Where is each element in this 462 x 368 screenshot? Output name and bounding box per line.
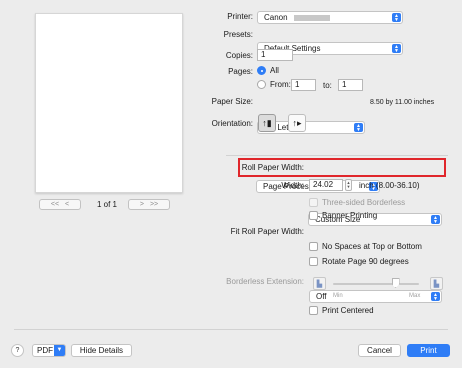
pages-all-radio[interactable]: [257, 66, 266, 75]
cancel-button[interactable]: Cancel: [358, 344, 401, 357]
printer-value: Canon: [264, 13, 288, 22]
fit-roll-value: Off: [316, 292, 327, 301]
banner-printing-option[interactable]: Banner Printing: [309, 211, 377, 220]
paper-size-label: Paper Size:: [211, 97, 253, 106]
pages-to-field[interactable]: 1: [338, 79, 363, 91]
page-indicator: 1 of 1: [96, 200, 117, 209]
width-label: Width:: [281, 181, 304, 190]
printer-label: Printer:: [227, 12, 253, 21]
rotate-label: Rotate Page 90 degrees: [322, 257, 409, 266]
print-centered-option[interactable]: Print Centered: [309, 306, 374, 315]
three-sided-borderless-option[interactable]: Three-sided Borderless: [309, 197, 405, 208]
width-stepper[interactable]: ▲ ▼: [345, 179, 352, 191]
pager-back-group[interactable]: << <: [39, 199, 81, 210]
fit-roll-label: Fit Roll Paper Width:: [230, 227, 304, 236]
borderless-extension-label: Borderless Extension:: [226, 277, 304, 286]
no-spaces-checkbox[interactable]: [309, 242, 318, 251]
chevron-updown-icon: ▲ ▼: [431, 292, 440, 301]
pages-all-option[interactable]: All: [257, 66, 279, 75]
width-unit-range: inch (8.00-36.10): [359, 181, 420, 190]
next-page-button[interactable]: >: [140, 201, 144, 208]
print-centered-checkbox[interactable]: [309, 306, 318, 315]
extension-slider-track[interactable]: [333, 283, 419, 285]
printer-popup[interactable]: Canon ▲ ▼: [257, 11, 403, 24]
hide-details-button[interactable]: Hide Details: [71, 344, 132, 357]
landscape-orientation-button[interactable]: ↑▸: [288, 114, 306, 132]
copies-field[interactable]: 1: [257, 49, 293, 61]
pages-from-option[interactable]: From:: [257, 80, 291, 89]
pages-label: Pages:: [228, 67, 253, 76]
three-sided-borderless-checkbox[interactable]: [309, 198, 318, 207]
copies-label: Copies:: [225, 51, 253, 60]
pdf-menu-button[interactable]: PDF ▼: [32, 344, 66, 357]
pager-forward-group[interactable]: > >>: [128, 199, 170, 210]
width-field[interactable]: 24.02: [309, 179, 343, 191]
no-spaces-label: No Spaces at Top or Bottom: [322, 242, 422, 251]
chevron-updown-icon: ▲ ▼: [354, 123, 363, 132]
pages-from-label: From:: [270, 80, 291, 89]
presets-label: Presets:: [223, 30, 253, 39]
landscape-icon: ↑▸: [292, 117, 302, 128]
fit-roll-popup[interactable]: Off ▲ ▼: [309, 290, 442, 303]
print-button[interactable]: Print: [407, 344, 450, 357]
extension-slider-knob[interactable]: [391, 278, 400, 288]
paper-size-dimensions: 8.50 by 11.00 inches: [370, 99, 435, 106]
last-page-button[interactable]: >>: [150, 201, 158, 208]
help-button[interactable]: ?: [11, 344, 24, 357]
footer-divider: [14, 329, 448, 330]
three-sided-borderless-label: Three-sided Borderless: [322, 198, 406, 207]
prev-page-button[interactable]: <: [65, 201, 69, 208]
orientation-label: Orientation:: [211, 119, 253, 128]
pdf-label: PDF: [37, 346, 53, 355]
chevron-down-icon: ▼: [54, 345, 65, 356]
no-spaces-option[interactable]: No Spaces at Top or Bottom: [309, 242, 422, 251]
pages-to-label: to:: [323, 81, 332, 90]
rotate-option[interactable]: Rotate Page 90 degrees: [309, 257, 409, 266]
banner-printing-checkbox[interactable]: [309, 211, 318, 220]
print-centered-label: Print Centered: [322, 306, 374, 315]
min-extension-icon: ▙: [313, 277, 326, 290]
extension-min-label: Min: [333, 293, 343, 299]
redacted-model-name: [293, 14, 330, 21]
portrait-icon: ↑▮: [262, 117, 272, 128]
chevron-updown-icon: ▲ ▼: [392, 44, 401, 53]
section-divider: [226, 155, 448, 156]
pages-from-radio[interactable]: [257, 80, 266, 89]
roll-paper-width-label: Roll Paper Width:: [241, 163, 304, 172]
rotate-checkbox[interactable]: [309, 257, 318, 266]
max-extension-icon: ▙: [430, 277, 443, 290]
chevron-updown-icon: ▲ ▼: [392, 13, 401, 22]
banner-printing-label: Banner Printing: [322, 211, 378, 220]
pages-all-label: All: [270, 66, 279, 75]
extension-max-label: Max: [409, 293, 421, 299]
portrait-orientation-button[interactable]: ↑▮: [258, 114, 276, 132]
chevron-updown-icon: ▲ ▼: [431, 215, 440, 224]
first-page-button[interactable]: <<: [51, 201, 59, 208]
pages-from-field[interactable]: 1: [291, 79, 316, 91]
